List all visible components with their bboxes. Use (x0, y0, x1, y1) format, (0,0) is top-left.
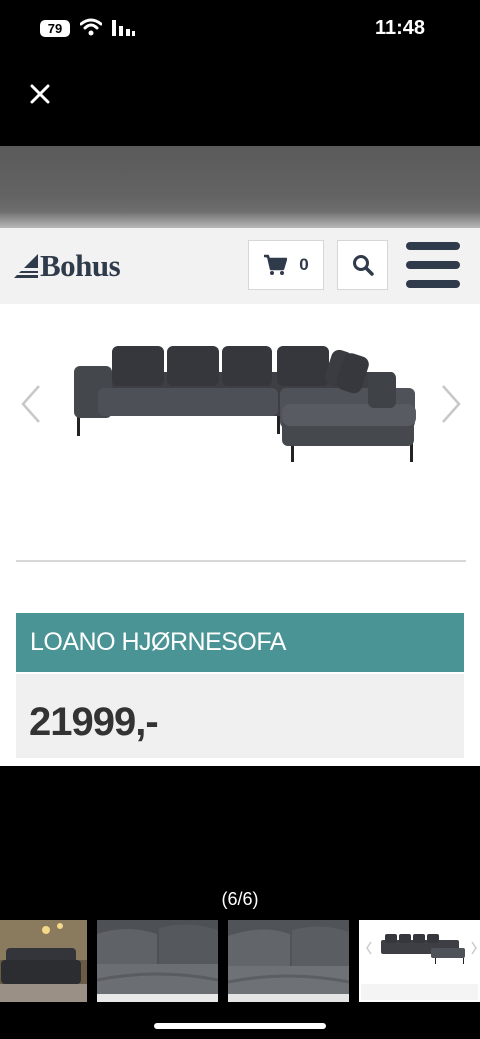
status-time: 11:48 (374, 17, 425, 39)
product-price: 21999,- (29, 700, 159, 744)
search-button[interactable] (337, 240, 388, 290)
price-box: 21999,- (16, 674, 464, 758)
image-viewer[interactable]: Bohus 0 LOANO HJØRNESOFA 21999,- (0, 146, 480, 766)
site-header: Bohus 0 (0, 228, 480, 304)
close-icon[interactable] (26, 80, 54, 108)
hamburger-menu-icon[interactable] (406, 242, 460, 288)
product-image-carousel[interactable] (0, 304, 480, 566)
thumb-room-scene[interactable] (0, 920, 87, 1002)
thumb-product-page[interactable] (359, 920, 480, 1002)
logo-mark-icon (14, 254, 38, 278)
page-top-shade (0, 146, 480, 228)
battery-icon: 79 (40, 20, 70, 37)
thumbnail-strip (0, 920, 480, 1002)
wifi-icon (80, 18, 102, 36)
signal-icon (112, 20, 135, 36)
search-icon (352, 255, 374, 276)
bohus-logo[interactable]: Bohus (14, 248, 121, 284)
cart-icon (264, 254, 288, 275)
product-title: LOANO HJØRNESOFA (16, 613, 464, 672)
status-bar: 79 11:48 (0, 0, 480, 60)
cart-count: 0 (299, 255, 309, 274)
home-indicator[interactable] (154, 1023, 326, 1029)
divider (16, 560, 466, 562)
logo-text: Bohus (40, 248, 121, 283)
chevron-left-icon[interactable] (20, 384, 42, 424)
cart-button[interactable]: 0 (248, 240, 324, 290)
thumb-cushion-closeup[interactable] (97, 920, 218, 1002)
image-counter: (6/6) (221, 889, 259, 909)
corner-sofa-image (74, 346, 416, 462)
chevron-right-icon[interactable] (440, 384, 462, 424)
thumb-seat-closeup[interactable] (228, 920, 349, 1002)
